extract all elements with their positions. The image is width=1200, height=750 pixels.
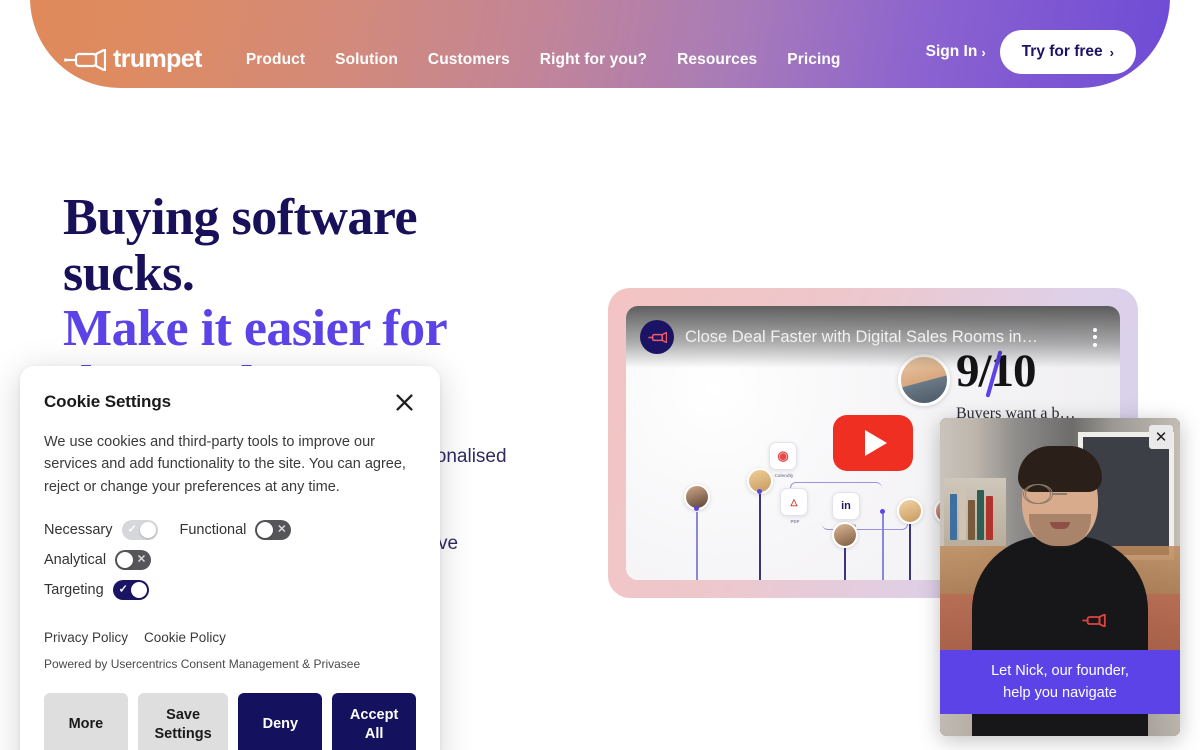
brand-logo[interactable]: trumpet	[64, 45, 202, 74]
cookie-category-functional: Functional ✕	[179, 520, 292, 541]
eyeglasses-icon	[1023, 484, 1097, 504]
headline-line-1: Buying software	[63, 189, 418, 246]
save-settings-button[interactable]: Save Settings	[137, 693, 229, 750]
play-triangle-icon	[864, 430, 887, 456]
cookie-dialog-header: Cookie Settings	[44, 392, 416, 416]
toggle-necessary: ✓	[121, 520, 158, 541]
linkedin-chip-icon: in LinkedIn	[832, 492, 860, 528]
toggle-knob	[117, 552, 134, 569]
nav-item-product[interactable]: Product	[246, 51, 305, 69]
deny-button[interactable]: Deny	[238, 693, 323, 750]
cookie-toggle-group: Necessary ✓ Functional ✕ Analytical ✕ Ta…	[44, 520, 416, 601]
cookie-category-necessary: Necessary ✓	[44, 520, 158, 541]
check-icon: ✓	[127, 523, 137, 536]
toggle-label: Functional	[179, 522, 247, 539]
more-options-icon[interactable]	[1084, 323, 1106, 351]
cookie-category-analytical: Analytical ✕	[44, 550, 152, 571]
close-cookie-dialog-button[interactable]	[392, 392, 416, 416]
try-for-free-button[interactable]: Try for free ›	[999, 30, 1136, 74]
shirt-trumpet-logo-icon	[1080, 613, 1106, 632]
toggle-targeting[interactable]: ✓	[112, 580, 149, 601]
founder-caption-line-2: help you navigate	[1003, 684, 1117, 701]
play-button[interactable]	[833, 415, 913, 471]
close-icon	[395, 394, 413, 414]
toggle-functional[interactable]: ✕	[255, 520, 292, 541]
toggle-label: Targeting	[44, 582, 104, 599]
founder-caption-line-1: Let Nick, our founder,	[991, 662, 1129, 679]
cross-icon: ✕	[136, 553, 147, 566]
toggle-knob	[139, 522, 156, 539]
cookie-category-targeting: Targeting ✓	[44, 580, 416, 601]
headline-line-2: sucks.	[63, 244, 195, 302]
books	[950, 484, 1000, 540]
cross-icon: ✕	[277, 523, 287, 536]
toggle-label: Necessary	[44, 522, 113, 539]
nav-right-group: Sign In › Try for free ›	[926, 30, 1136, 74]
chevron-right-icon: ›	[1109, 44, 1114, 60]
cta-label: Try for free	[1021, 43, 1103, 60]
youtube-title-bar: Close Deal Faster with Digital Sales Roo…	[626, 306, 1120, 368]
node-stem	[844, 548, 846, 580]
close-icon: ✕	[1154, 428, 1168, 446]
video-title[interactable]: Close Deal Faster with Digital Sales Roo…	[685, 328, 1073, 347]
node-stem	[696, 512, 698, 580]
nav-left-group: trumpet Product Solution Customers Right…	[64, 45, 926, 74]
node-stem	[909, 524, 911, 580]
participant-node	[832, 522, 858, 548]
cookie-action-buttons: More Save Settings Deny Accept All	[44, 693, 416, 750]
cookie-dialog-description: We use cookies and third-party tools to …	[44, 434, 406, 495]
toggle-analytical[interactable]: ✕	[115, 550, 152, 571]
page-root: trumpet Product Solution Customers Right…	[0, 0, 1200, 750]
pdf-chip-icon: △ PDF	[780, 488, 808, 524]
nav-item-right-for-you[interactable]: Right for you?	[540, 51, 647, 69]
sign-in-link[interactable]: Sign In ›	[926, 43, 986, 61]
cookie-policy-link[interactable]: Cookie Policy	[144, 630, 226, 645]
founder-video-widget[interactable]: ✕ Let Nick, our founder, help you naviga…	[940, 418, 1180, 736]
participant-node	[897, 498, 923, 524]
toggle-knob	[130, 582, 147, 599]
channel-avatar-icon[interactable]	[640, 320, 674, 354]
brand-name: trumpet	[113, 45, 202, 73]
nav-item-solution[interactable]: Solution	[335, 51, 398, 69]
node-stem	[882, 514, 884, 580]
privacy-policy-link[interactable]: Privacy Policy	[44, 630, 128, 645]
powered-by-text: Powered by Usercentrics Consent Manageme…	[44, 657, 361, 672]
node-stem	[759, 494, 761, 580]
nav-item-resources[interactable]: Resources	[677, 51, 757, 69]
cookie-dialog-title: Cookie Settings	[44, 392, 171, 411]
accept-all-button[interactable]: Accept All	[332, 693, 416, 750]
toggle-label: Analytical	[44, 552, 107, 569]
close-founder-widget-button[interactable]: ✕	[1149, 425, 1173, 449]
toggle-knob	[257, 522, 274, 539]
main-navigation: trumpet Product Solution Customers Right…	[30, 0, 1170, 88]
check-icon: ✓	[118, 583, 128, 596]
chevron-right-icon: ›	[981, 44, 986, 60]
headline-line-3: Make it easier for	[63, 300, 448, 358]
node-dot	[694, 506, 699, 511]
nav-item-pricing[interactable]: Pricing	[787, 51, 840, 69]
node-dot	[880, 509, 885, 514]
cookie-policy-links: Privacy Policy Cookie Policy	[44, 630, 416, 645]
node-dot	[757, 489, 762, 494]
nav-item-customers[interactable]: Customers	[428, 51, 510, 69]
founder-caption: Let Nick, our founder, help you navigate	[940, 649, 1180, 714]
cookie-settings-dialog: Cookie Settings We use cookies and third…	[20, 366, 440, 750]
calendly-chip-icon: ◉ Calendly	[769, 442, 797, 478]
trumpet-logo-icon	[64, 48, 106, 71]
more-button[interactable]: More	[44, 693, 128, 750]
sign-in-label: Sign In	[925, 43, 978, 60]
